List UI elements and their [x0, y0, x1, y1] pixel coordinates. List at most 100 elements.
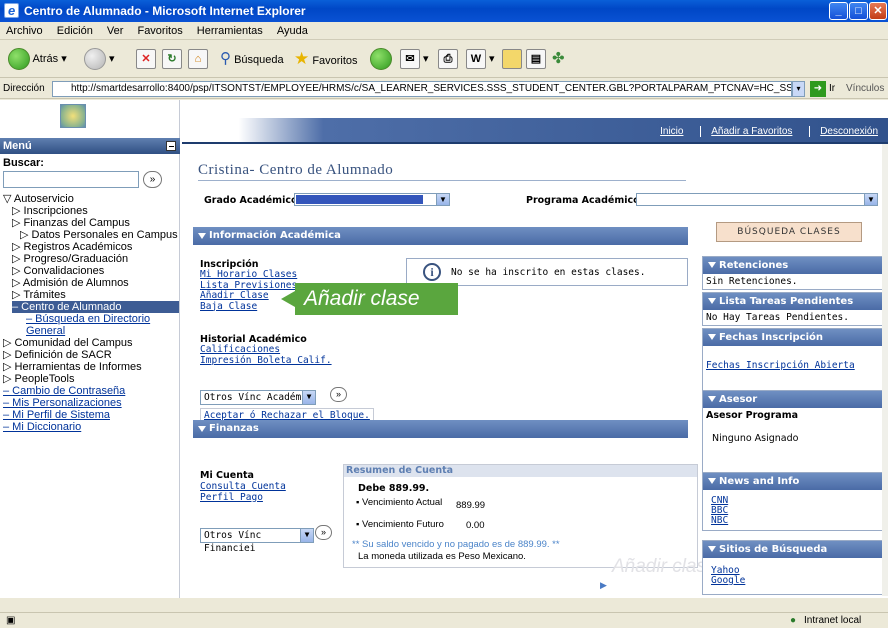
- menu-ver[interactable]: Ver: [107, 25, 124, 37]
- link-calificaciones[interactable]: Calificaciones: [200, 344, 332, 356]
- print-button[interactable]: ⎙: [438, 46, 458, 72]
- status-bar: ▣ ● Intranet local: [0, 612, 888, 628]
- link-fechas-inscripcion[interactable]: Fechas Inscripción Abierta: [706, 360, 855, 371]
- otros-financieros-go-icon[interactable]: »: [315, 525, 332, 540]
- sidebar-item[interactable]: ▷ Registros Académicos: [3, 241, 179, 253]
- menu-edicion[interactable]: Edición: [57, 25, 93, 37]
- sidebar-item[interactable]: ▷ Finanzas del Campus: [3, 217, 179, 229]
- home-icon: ⌂: [188, 49, 208, 70]
- retenciones-header[interactable]: Retenciones: [703, 257, 884, 274]
- sidebar-item[interactable]: ▷ Progreso/Graduación: [3, 253, 179, 265]
- link-mi-horario[interactable]: Mi Horario Clases: [200, 269, 297, 281]
- menu-search-input[interactable]: [3, 171, 139, 188]
- sidebar-item[interactable]: – Centro de Alumnado: [12, 301, 179, 313]
- title-bar: Centro de Alumnado - Microsoft Internet …: [0, 0, 888, 22]
- otros-financieros-select[interactable]: Otros Vínc Financiei ▼: [200, 528, 314, 554]
- asesor-programa-label: Asesor Programa: [706, 410, 799, 421]
- chevron-down-icon: ▼: [864, 194, 877, 205]
- collapse-icon[interactable]: [166, 141, 176, 151]
- forward-arrow-icon: [84, 48, 106, 71]
- forward-button[interactable]: ▾: [84, 46, 115, 72]
- history-icon: [370, 48, 392, 71]
- link-nbc[interactable]: NBC: [711, 516, 881, 526]
- close-button[interactable]: ✕: [869, 2, 887, 20]
- sidebar-item[interactable]: ▷ Admisión de Alumnos: [3, 277, 179, 289]
- tareas-panel: Lista Tareas Pendientes No Hay Tareas Pe…: [702, 292, 885, 326]
- nav-desconexion[interactable]: Desconexión: [809, 126, 878, 137]
- programa-select[interactable]: ▼: [636, 193, 878, 206]
- folder-icon: [502, 49, 522, 70]
- minimize-button[interactable]: _: [829, 2, 848, 20]
- sidebar-item[interactable]: ▷ Comunidad del Campus: [3, 337, 179, 349]
- sidebar-item[interactable]: ▷ Inscripciones: [3, 205, 179, 217]
- sidebar-item[interactable]: ▷ Convalidaciones: [3, 265, 179, 277]
- menu-herramientas[interactable]: Herramientas: [197, 25, 263, 37]
- link-cnn[interactable]: CNN: [711, 496, 881, 506]
- edit-icon: W: [466, 49, 486, 70]
- link-perfil-pago[interactable]: Perfil Pago: [200, 492, 286, 504]
- sidebar-item[interactable]: ▽ Autoservicio: [3, 193, 179, 205]
- sidebar-item[interactable]: – Búsqueda en Directorio General: [3, 313, 179, 337]
- search-button[interactable]: ⚲ Búsqueda: [220, 46, 284, 72]
- maximize-button[interactable]: □: [849, 2, 868, 20]
- menu-search-go-icon[interactable]: »: [143, 171, 162, 188]
- link-impresion-boleta[interactable]: Impresión Boleta Calif.: [200, 355, 332, 367]
- intranet-icon: ●: [790, 615, 797, 626]
- news-header[interactable]: News and Info: [703, 473, 884, 490]
- nav-favoritos[interactable]: Añadir a Favoritos: [700, 126, 793, 137]
- link-consulta-cuenta[interactable]: Consulta Cuenta: [200, 481, 286, 493]
- sidebar-item[interactable]: ▷ Definición de SACR: [3, 349, 179, 361]
- link-bbc[interactable]: BBC: [711, 506, 881, 516]
- edit-button[interactable]: W ▾: [466, 46, 495, 72]
- sidebar-item[interactable]: – Mis Personalizaciones: [3, 397, 179, 409]
- busqueda-clases-button[interactable]: BÚSQUEDA CLASES: [716, 222, 862, 242]
- window-title: Centro de Alumnado - Microsoft Internet …: [24, 4, 306, 18]
- address-input[interactable]: http://smartdesarrollo:8400/psp/ITSONTST…: [52, 81, 792, 97]
- resumen-heading: Resumen de Cuenta: [344, 465, 697, 477]
- research-button[interactable]: ▤: [526, 46, 546, 72]
- fechas-header[interactable]: Fechas Inscripción: [703, 329, 884, 346]
- refresh-button[interactable]: ↻: [162, 46, 182, 72]
- sidebar-item[interactable]: ▷ Trámites: [3, 289, 179, 301]
- address-dropdown[interactable]: ▾: [792, 81, 805, 97]
- nav-inicio[interactable]: Inicio: [650, 126, 683, 137]
- otros-academicos-go-icon[interactable]: »: [330, 387, 347, 402]
- sidebar-item[interactable]: ▷ Datos Personales en Campus: [3, 229, 179, 241]
- grado-label: Grado Académico: [204, 195, 298, 206]
- link-google[interactable]: Google: [711, 576, 881, 586]
- history-button[interactable]: [370, 46, 392, 72]
- sidebar-item[interactable]: – Mi Perfil de Sistema: [3, 409, 179, 421]
- grado-select[interactable]: ▼: [294, 193, 450, 206]
- sitios-header[interactable]: Sitios de Búsqueda: [703, 541, 884, 558]
- menu-archivo[interactable]: Archivo: [6, 25, 43, 37]
- tareas-header[interactable]: Lista Tareas Pendientes: [703, 293, 884, 310]
- address-bar: Dirección http://smartdesarrollo:8400/ps…: [0, 79, 888, 99]
- go-arrow-icon[interactable]: ➜: [810, 81, 826, 97]
- favorites-button[interactable]: ★ Favoritos: [294, 46, 358, 72]
- menu-favoritos[interactable]: Favoritos: [137, 25, 182, 37]
- cuenta-heading: Mi Cuenta: [200, 470, 254, 481]
- vertical-scrollbar[interactable]: [882, 144, 888, 596]
- folder-button[interactable]: [502, 46, 522, 72]
- saldo-note: ** Su saldo vencido y no pagado es de 88…: [352, 539, 560, 550]
- info-academica-header[interactable]: Información Académica: [193, 227, 688, 245]
- sidebar-item[interactable]: – Cambio de Contraseña: [3, 385, 179, 397]
- home-button[interactable]: ⌂: [188, 46, 208, 72]
- links-label[interactable]: Vínculos: [846, 79, 884, 99]
- finanzas-header[interactable]: Finanzas: [193, 420, 688, 438]
- asesor-header[interactable]: Asesor: [703, 391, 884, 408]
- expand-arrow-icon[interactable]: ▶: [600, 580, 607, 591]
- menu-ayuda[interactable]: Ayuda: [277, 25, 308, 37]
- sidebar-item[interactable]: ▷ Herramientas de Informes: [3, 361, 179, 373]
- sidebar-item[interactable]: ▷ PeopleTools: [3, 373, 179, 385]
- messenger-button[interactable]: ✤: [552, 46, 565, 72]
- watermark-text: Añadir clase: [612, 556, 717, 577]
- sitios-panel: Sitios de Búsqueda Yahoo Google: [702, 540, 885, 595]
- back-button[interactable]: Atrás ▾: [8, 46, 67, 72]
- sidebar-item[interactable]: – Mi Diccionario: [3, 421, 179, 433]
- stop-button[interactable]: ✕: [136, 46, 156, 72]
- research-icon: ▤: [526, 49, 546, 70]
- otros-academicos-select[interactable]: Otros Vínc Académi ▼: [200, 390, 316, 405]
- go-label[interactable]: Ir: [829, 79, 835, 99]
- mail-button[interactable]: ✉ ▾: [400, 46, 429, 72]
